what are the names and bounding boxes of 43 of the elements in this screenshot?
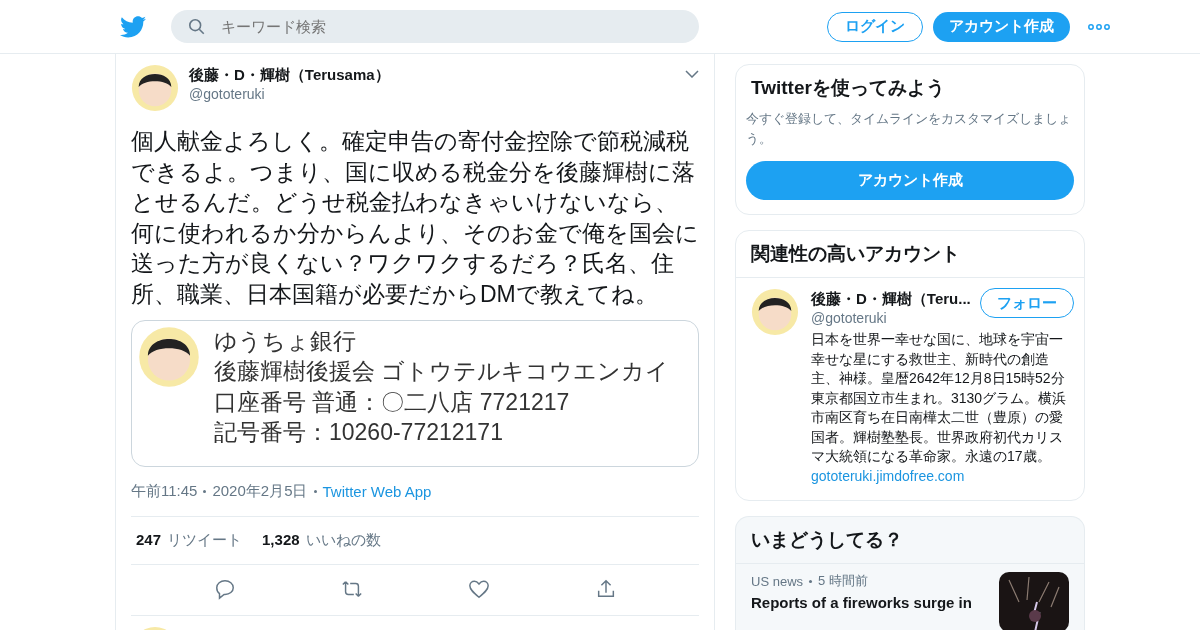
search-icon [188, 18, 206, 36]
follow-button[interactable]: フォロー [980, 288, 1074, 318]
tweet-date: 2020年2月5日 [212, 481, 308, 501]
avatar[interactable] [131, 64, 179, 112]
avatar [138, 325, 200, 388]
separator-dot [203, 489, 207, 493]
signup-button[interactable]: アカウント作成 [746, 161, 1074, 200]
tweet-time: 午前11:45 [131, 481, 198, 501]
author-handle[interactable]: @gototeruki [189, 86, 265, 102]
signup-button[interactable]: アカウント作成 [933, 11, 1070, 42]
heart-icon[interactable] [467, 577, 490, 600]
stat-label[interactable]: いいねの数 [305, 530, 381, 550]
attached-image[interactable]: ゆうちょ銀行 後藤輝樹後援会 ゴトウテルキコウエンカイ 口座番号 普通：〇二八店 7721217 記号番号：10260-77212171 [131, 319, 699, 467]
separator-dot [313, 489, 317, 493]
account-name[interactable]: 後藤・D・輝樹（Teru... [811, 288, 971, 310]
stat-label[interactable]: リツイート [167, 530, 243, 550]
more-icon[interactable] [1088, 23, 1110, 30]
bio-link[interactable]: gototeruki.jimdofree.com [811, 467, 965, 484]
account-bio: 日本を世界一幸せな国に、地球を宇宙一幸せな星にする救世主、新時代の創造主、神様。皇暦2642年12月8日15時52分東京都国立市生まれ。3130グラム。横浜市南区育ち在日南樺太二世（豊原）の愛国者。輝樹塾塾長。世界政府初代カリスマ大統領になる革命家。永遠の17歳。 gototeruki.jimdofree.com [811, 330, 1068, 486]
trend-age: 5 時間前 [818, 572, 868, 590]
image-text-line: ゆうちょ銀行 [214, 326, 357, 356]
image-text-line: 記号番号：10260-77212171 [214, 418, 504, 448]
trend-source: US news [751, 573, 804, 589]
card-title: いまどうしてる？ [736, 517, 1084, 564]
caret-icon[interactable] [685, 70, 699, 78]
search-field[interactable]: キーワード検索 [171, 10, 699, 43]
image-text-line: 口座番号 普通：〇二八店 7721217 [214, 387, 571, 417]
card-title: Twitterを使ってみよう [751, 76, 946, 100]
reply-icon[interactable] [213, 577, 236, 600]
stat-count[interactable]: 1,328 [262, 530, 300, 550]
account-handle[interactable]: @gototeruki [811, 310, 887, 326]
separator-dot [809, 579, 813, 583]
source-link[interactable]: Twitter Web App [322, 482, 432, 500]
card-title: 関連性の高いアカウント [736, 231, 1084, 278]
bird-logo-icon[interactable] [120, 15, 146, 38]
trend-headline[interactable]: Reports of a fireworks surge in [751, 594, 972, 611]
login-button[interactable]: ログイン [827, 11, 923, 42]
card-text: 今すぐ登録して、タイムラインをカスタマイズしましょう。 [746, 110, 1072, 148]
avatar[interactable] [751, 288, 799, 336]
image-text-line: 後藤輝樹後援会 ゴトウテルキコウエンカイ [214, 357, 670, 387]
author-name[interactable]: 後藤・D・輝樹（Terusama） [189, 64, 390, 86]
stat-count[interactable]: 247 [136, 530, 162, 550]
tweet-text: 個人献金よろしく。確定申告の寄付金控除で節税減税できるよ。つまり、国に収める税金分を後藤輝樹に落とせるんだ。どうせ税金払わなきゃいけないなら、何に使われるか分からんより、そのお金で俺を国会に送った方が良くない？ワクワクするだろ？氏名、住所、職業、日本国籍が必要だからDMで教えてね。 [131, 127, 699, 309]
